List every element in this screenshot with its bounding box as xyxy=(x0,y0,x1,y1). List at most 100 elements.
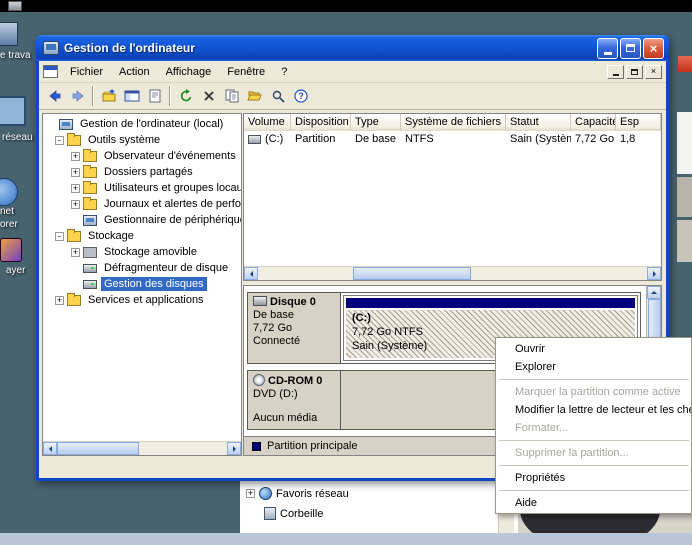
column-header-espace[interactable]: Esp xyxy=(616,114,661,131)
expand-icon[interactable]: + xyxy=(71,248,80,257)
tree-toggle xyxy=(71,264,80,273)
menu-separator xyxy=(499,440,689,441)
collapse-icon[interactable]: - xyxy=(55,136,64,145)
tree-item-utilisateurs-groupes[interactable]: + Utilisateurs et groupes locau xyxy=(43,180,241,196)
desktop-icon-label[interactable]: e trava xyxy=(0,50,31,61)
export-list-icon[interactable] xyxy=(220,85,243,107)
desktop-icon-internet-explorer[interactable] xyxy=(0,178,18,206)
mdi-close-button[interactable]: × xyxy=(645,65,662,79)
tree-item-defragmenteur[interactable]: Défragmenteur de disque xyxy=(43,260,241,276)
menu-affichage[interactable]: Affichage xyxy=(158,63,220,81)
scrollbar-thumb[interactable] xyxy=(353,267,471,280)
menu-aide[interactable]: ? xyxy=(273,63,295,81)
scrollbar-thumb[interactable] xyxy=(648,299,661,341)
close-button[interactable]: × xyxy=(643,38,664,59)
expand-icon[interactable]: + xyxy=(71,184,80,193)
open-folder-icon[interactable] xyxy=(243,85,266,107)
collapse-icon[interactable]: - xyxy=(55,232,64,241)
desktop-icon-label[interactable]: net xyxy=(0,206,14,217)
forward-icon[interactable] xyxy=(66,85,89,107)
minimize-button[interactable] xyxy=(597,38,618,59)
list-horizontal-scrollbar[interactable] xyxy=(244,266,661,280)
tree-item-label: Gestion de l'ordinateur (local) xyxy=(77,117,226,131)
tree-item-favoris-reseau[interactable]: + Favoris réseau xyxy=(246,487,349,500)
desktop: e trava réseau net orer ayer + Favoris r… xyxy=(0,0,692,545)
tree-item-stockage-amovible[interactable]: + Stockage amovible xyxy=(43,244,241,260)
tree-item-gestion-des-disques[interactable]: Gestion des disques xyxy=(43,276,241,292)
column-header-filesystem[interactable]: Système de fichiers xyxy=(401,114,506,131)
cdrom-label[interactable]: CD-ROM 0 DVD (D:) Aucun média xyxy=(248,371,341,429)
performance-icon xyxy=(83,199,97,210)
window-title: Gestion de l'ordinateur xyxy=(64,41,597,55)
desktop-icon-label[interactable]: réseau xyxy=(2,132,33,143)
cell-capacite: 7,72 Go xyxy=(571,133,616,145)
tree-item-gestionnaire-peripherique[interactable]: Gestionnaire de périphérique xyxy=(43,212,241,228)
menu-item-modifier-lettre[interactable]: Modifier la lettre de lecteur et les che… xyxy=(496,401,691,419)
mdi-minimize-button[interactable] xyxy=(607,65,624,79)
expand-icon[interactable]: + xyxy=(246,489,255,498)
column-header-statut[interactable]: Statut xyxy=(506,114,571,131)
maximize-button[interactable] xyxy=(620,38,641,59)
defrag-icon xyxy=(83,264,97,273)
expand-icon[interactable]: + xyxy=(71,168,80,177)
tree-item-dossiers-partages[interactable]: + Dossiers partagés xyxy=(43,164,241,180)
menu-item-explorer[interactable]: Explorer xyxy=(496,358,691,376)
table-row[interactable]: (C:) Partition De base NTFS Sain (Systèm… xyxy=(244,131,661,147)
menu-item-proprietes[interactable]: Propriétés xyxy=(496,469,691,487)
menu-item-aide[interactable]: Aide xyxy=(496,494,691,512)
cell-statut: Sain (Système) xyxy=(506,133,571,145)
expand-icon[interactable]: + xyxy=(55,296,64,305)
disk0-status: Connecté xyxy=(253,335,335,348)
tree-item-journaux-alertes[interactable]: + Journaux et alertes de perfo xyxy=(43,196,241,212)
desktop-icon-media-player[interactable] xyxy=(0,238,22,262)
desktop-icon-label[interactable]: ayer xyxy=(6,265,25,276)
up-one-level-icon[interactable] xyxy=(97,85,120,107)
tree-item-outils-systeme[interactable]: - Outils système xyxy=(43,132,241,148)
show-hide-tree-icon[interactable] xyxy=(120,85,143,107)
scroll-right-icon[interactable] xyxy=(227,442,241,455)
menu-fenetre[interactable]: Fenêtre xyxy=(219,63,273,81)
tree-item-corbeille[interactable]: Corbeille xyxy=(264,507,323,520)
tree-item-services-applications[interactable]: + Services et applications xyxy=(43,292,241,308)
expand-icon[interactable]: + xyxy=(71,200,80,209)
menu-fichier[interactable]: Fichier xyxy=(62,63,111,81)
column-header-volume[interactable]: Volume xyxy=(244,114,291,131)
desktop-icon-label[interactable]: orer xyxy=(0,219,18,230)
column-header-disposition[interactable]: Disposition xyxy=(291,114,351,131)
cdrom-media: Aucun média xyxy=(253,412,335,425)
cell-type: De base xyxy=(351,133,401,145)
cell-filesystem: NTFS xyxy=(401,133,506,145)
menu-action[interactable]: Action xyxy=(111,63,158,81)
back-icon[interactable] xyxy=(43,85,66,107)
expand-icon[interactable]: + xyxy=(71,152,80,161)
title-bar[interactable]: Gestion de l'ordinateur × xyxy=(36,35,669,61)
menu-item-supprimer-partition: Supprimer la partition... xyxy=(496,444,691,462)
help-icon[interactable]: ? xyxy=(289,85,312,107)
delete-icon[interactable] xyxy=(197,85,220,107)
scroll-right-icon[interactable] xyxy=(647,267,661,280)
toolbar: ? xyxy=(39,83,666,110)
scroll-up-icon[interactable] xyxy=(647,286,661,299)
scrollbar-thumb[interactable] xyxy=(57,442,139,455)
tree-item-label: Dossiers partagés xyxy=(101,165,196,179)
scroll-left-icon[interactable] xyxy=(43,442,57,455)
refresh-icon[interactable] xyxy=(174,85,197,107)
console-tree: Gestion de l'ordinateur (local) - Outils… xyxy=(42,113,242,456)
column-header-capacite[interactable]: Capacité xyxy=(571,114,616,131)
scroll-left-icon[interactable] xyxy=(244,267,258,280)
desktop-icon-travail[interactable] xyxy=(0,22,18,46)
properties-icon[interactable] xyxy=(143,85,166,107)
menu-item-ouvrir[interactable]: Ouvrir xyxy=(496,340,691,358)
tree-item-observateur-evenements[interactable]: + Observateur d'événements xyxy=(43,148,241,164)
desktop-icon-reseau[interactable] xyxy=(0,96,26,126)
tree-item-label: Outils système xyxy=(85,133,163,147)
column-header-type[interactable]: Type xyxy=(351,114,401,131)
mdi-restore-button[interactable] xyxy=(626,65,643,79)
disk0-label[interactable]: Disque 0 De base 7,72 Go Connecté xyxy=(248,293,341,363)
tree-horizontal-scrollbar[interactable] xyxy=(43,441,241,455)
tree-item-root[interactable]: Gestion de l'ordinateur (local) xyxy=(43,116,241,132)
tree-item-stockage[interactable]: - Stockage xyxy=(43,228,241,244)
disk-icon xyxy=(253,296,267,306)
cdrom-drive: DVD (D:) xyxy=(253,388,335,401)
search-icon[interactable] xyxy=(266,85,289,107)
